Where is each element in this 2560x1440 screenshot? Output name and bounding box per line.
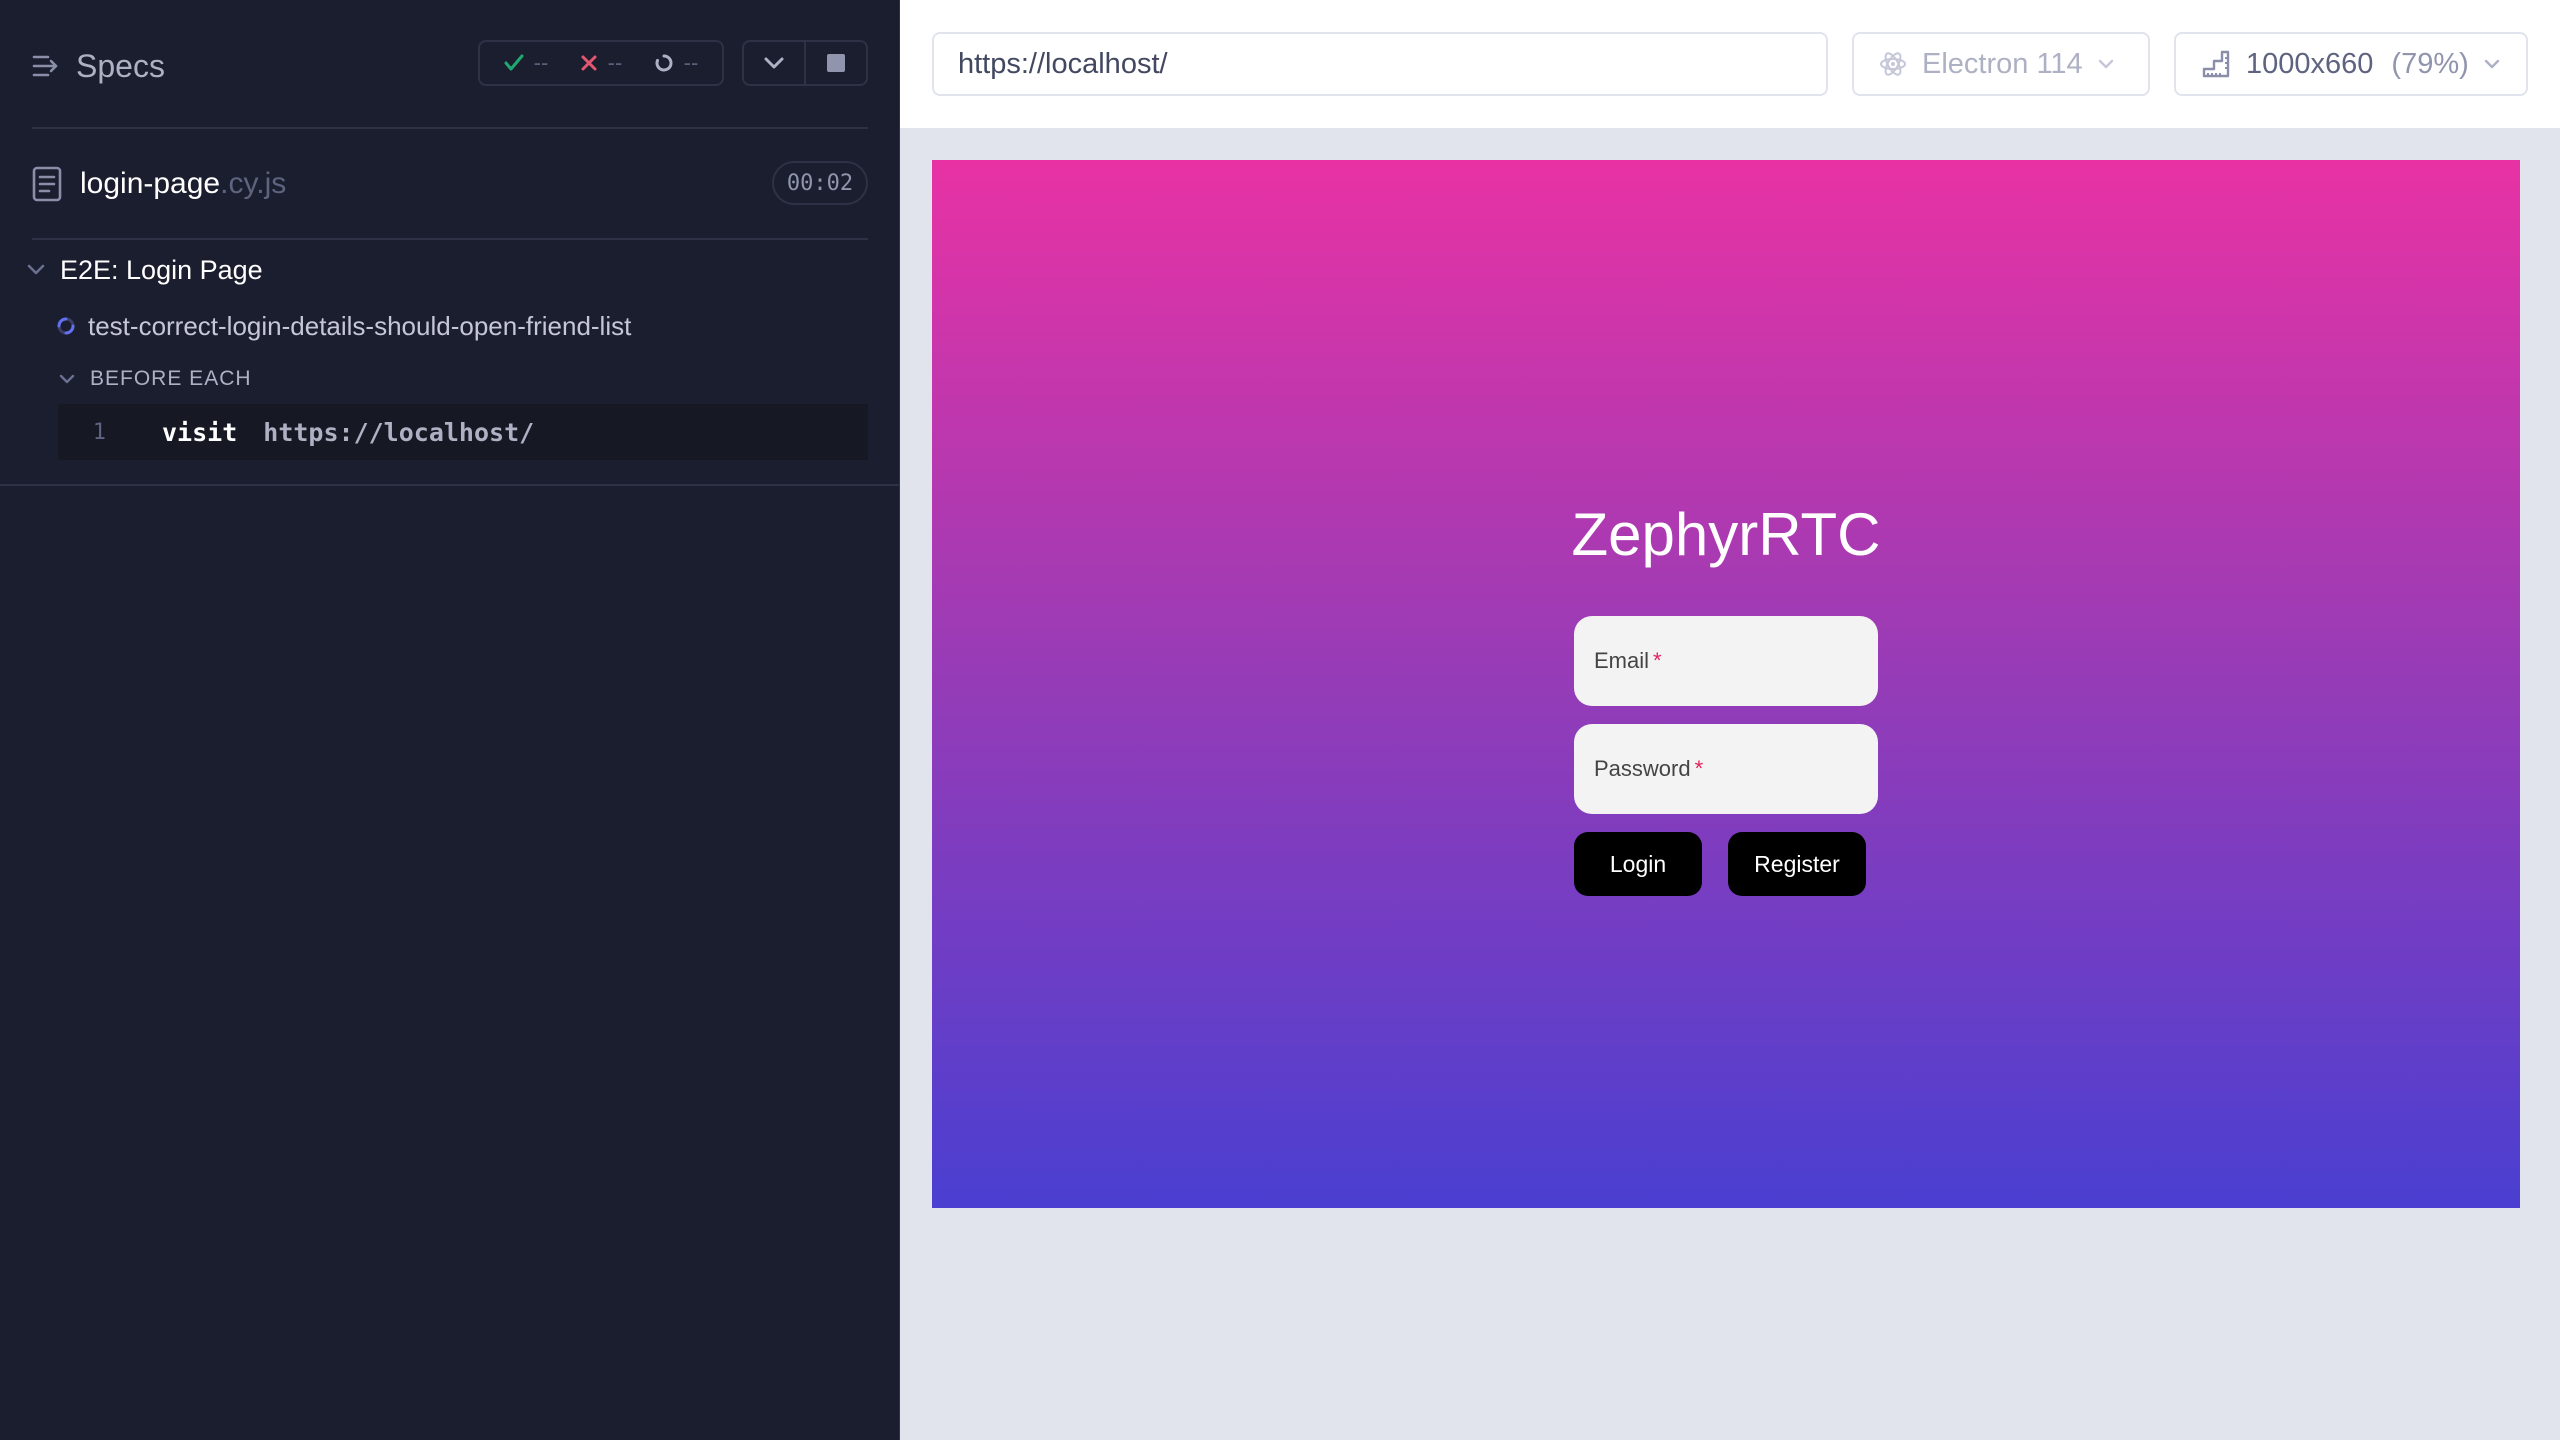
- pending-count: --: [683, 50, 699, 75]
- stop-button[interactable]: [804, 42, 866, 84]
- required-marker: *: [1694, 756, 1704, 781]
- chevron-down-icon: [27, 264, 45, 275]
- ruler-icon: [2202, 50, 2230, 78]
- spec-extension: .cy.js: [220, 167, 287, 200]
- register-button[interactable]: Register: [1728, 832, 1866, 896]
- email-field[interactable]: Email *: [1574, 616, 1878, 706]
- browser-label: Electron 114: [1922, 47, 2083, 80]
- required-marker: *: [1653, 648, 1662, 673]
- url-input[interactable]: [932, 32, 1828, 96]
- test-stats: -- -- --: [478, 40, 724, 86]
- specs-list-icon: [32, 55, 58, 77]
- password-label: Password: [1594, 756, 1691, 781]
- hook-before-each[interactable]: BEFORE EACH: [58, 364, 252, 394]
- x-icon: [581, 55, 597, 71]
- runnables-divider: [0, 484, 900, 486]
- app-title: ZephyrRTC: [1571, 501, 1881, 568]
- header-divider: [32, 127, 868, 129]
- login-button[interactable]: Login: [1574, 832, 1702, 896]
- run-controls: [742, 40, 868, 86]
- specs-toggle-button[interactable]: Specs: [32, 46, 165, 86]
- check-icon: [504, 54, 524, 71]
- viewport-scale: (79%): [2391, 47, 2469, 80]
- app-under-test-panel: Electron 114 1000x660 (79%) ZephyrRTC Em…: [900, 0, 2560, 1440]
- chevron-down-icon: [2484, 59, 2499, 69]
- stop-icon: [827, 54, 845, 72]
- chevron-down-icon: [59, 374, 75, 384]
- spec-divider: [32, 238, 868, 240]
- aut-iframe: ZephyrRTC Email * Password * Login Regis…: [932, 160, 2520, 1208]
- command-log-panel: Specs -- -- -- login-page .cy.js 00:02 E…: [0, 0, 900, 1440]
- command-number: 1: [92, 419, 106, 445]
- viewport-size: 1000x660: [2246, 47, 2374, 80]
- passed-count: --: [533, 50, 549, 75]
- current-spec: login-page .cy.js 00:02: [32, 160, 868, 208]
- spec-name: login-page: [80, 167, 221, 200]
- aut-header: Electron 114 1000x660 (79%): [900, 0, 2560, 128]
- collapse-all-button[interactable]: [744, 42, 804, 84]
- specs-label: Specs: [76, 47, 165, 84]
- command-name: visit: [162, 417, 238, 447]
- email-label: Email: [1594, 648, 1650, 673]
- failed-stat: --: [580, 50, 623, 76]
- passed-stat: --: [504, 50, 549, 76]
- test-item[interactable]: test-correct-login-details-should-open-f…: [56, 308, 631, 344]
- spec-duration: 00:02: [772, 161, 868, 205]
- pending-icon: [655, 54, 673, 72]
- pending-stat: --: [654, 50, 699, 76]
- command-message: https://localhost/: [263, 417, 535, 447]
- electron-icon: [1880, 52, 1906, 76]
- login-form: Email * Password * Login Register: [1574, 616, 1878, 896]
- password-field[interactable]: Password *: [1574, 724, 1878, 814]
- reporter-header: Specs -- -- --: [0, 0, 900, 128]
- command-visit[interactable]: 1 visit https://localhost/: [58, 404, 868, 460]
- chevron-down-icon: [2098, 59, 2113, 69]
- test-title: test-correct-login-details-should-open-f…: [88, 310, 632, 341]
- viewport-selector[interactable]: 1000x660 (79%): [2174, 32, 2528, 96]
- failed-count: --: [607, 50, 623, 75]
- hook-title: BEFORE EACH: [90, 367, 252, 390]
- suite-title: E2E: Login Page: [60, 254, 263, 285]
- browser-selector[interactable]: Electron 114: [1852, 32, 2150, 96]
- running-spinner-icon: [57, 317, 75, 335]
- document-icon: [32, 166, 62, 202]
- form-actions: Login Register: [1574, 832, 1878, 896]
- suite-e2e-login-page[interactable]: E2E: Login Page: [26, 252, 263, 288]
- chevron-down-icon: [764, 57, 784, 69]
